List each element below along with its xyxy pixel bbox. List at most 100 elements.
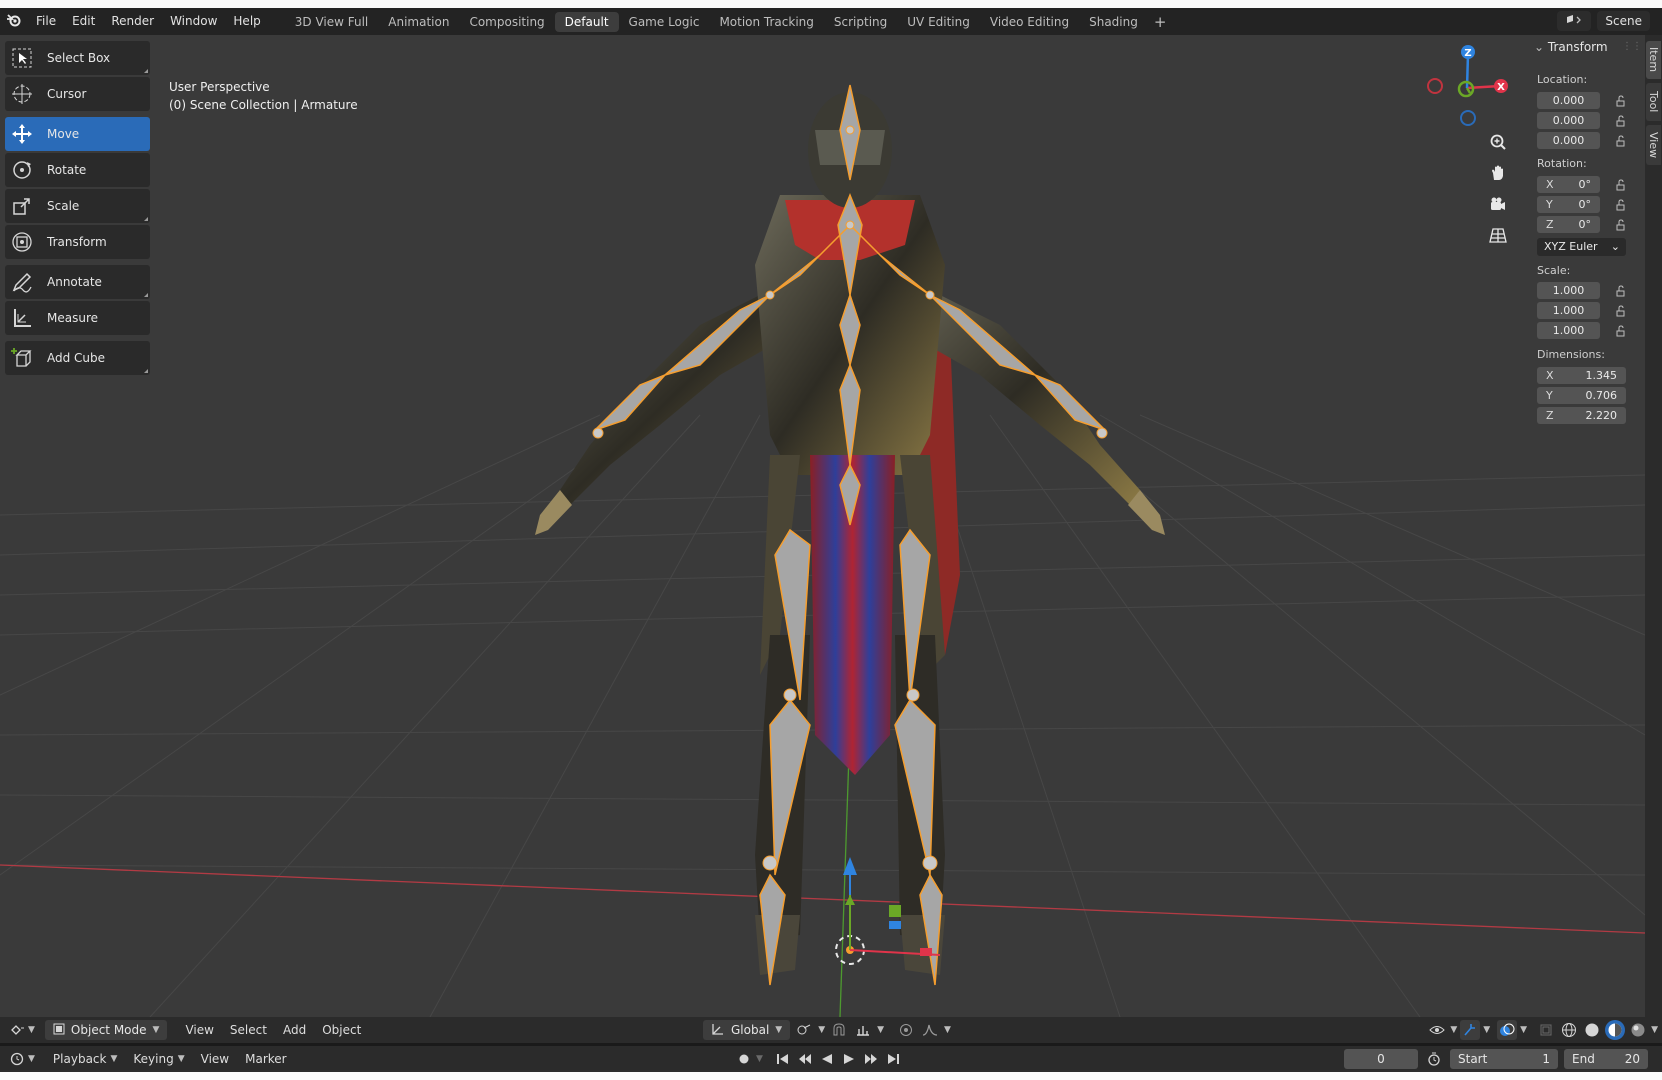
xray-icon[interactable] — [1536, 1020, 1556, 1040]
neg-x-axis-handle[interactable] — [1427, 78, 1443, 94]
keying-menu[interactable]: Keying ▼ — [125, 1052, 192, 1066]
scale-x-field[interactable]: 1.000 — [1537, 282, 1600, 299]
tool-transform[interactable]: Transform — [5, 225, 150, 259]
tab-video-editing[interactable]: Video Editing — [980, 12, 1079, 32]
start-frame-field[interactable]: Start 1 — [1450, 1049, 1558, 1069]
rotation-x-field[interactable]: X 0° — [1537, 176, 1600, 193]
scene-type-button[interactable] — [1557, 11, 1592, 31]
rendered-shading-icon[interactable] — [1628, 1020, 1648, 1040]
snap-icon[interactable] — [829, 1020, 849, 1040]
location-z-field[interactable]: 0.000 — [1537, 132, 1600, 149]
lock-icon[interactable] — [1616, 115, 1628, 127]
object-menu[interactable]: Object — [314, 1023, 369, 1037]
add-workspace-icon[interactable]: + — [1148, 13, 1173, 31]
menu-help[interactable]: Help — [225, 8, 268, 35]
3d-viewport[interactable]: User Perspective (0) Scene Collection | … — [0, 35, 1645, 1017]
tab-game-logic[interactable]: Game Logic — [619, 12, 710, 32]
select-menu[interactable]: Select — [222, 1023, 275, 1037]
drag-handle-icon[interactable]: ⋮⋮ — [1622, 41, 1642, 52]
transform-header[interactable]: ⌄ Transform — [1534, 40, 1608, 54]
dimensions-y-field[interactable]: Y 0.706 — [1537, 387, 1626, 404]
scene-name[interactable]: Scene — [1597, 11, 1650, 31]
tab-uv-editing[interactable]: UV Editing — [897, 12, 980, 32]
camera-icon[interactable] — [1484, 190, 1512, 218]
zoom-icon[interactable] — [1484, 128, 1512, 156]
visibility-icon[interactable] — [1427, 1020, 1447, 1040]
rotation-mode-select[interactable]: XYZ Euler ⌄ — [1537, 238, 1626, 256]
tab-compositing[interactable]: Compositing — [459, 12, 554, 32]
marker-menu[interactable]: Marker — [237, 1052, 294, 1066]
tool-cursor[interactable]: Cursor — [5, 77, 150, 111]
menu-window[interactable]: Window — [162, 8, 225, 35]
tab-item[interactable]: Item — [1646, 41, 1661, 79]
lock-icon[interactable] — [1616, 199, 1628, 211]
wireframe-shading-icon[interactable] — [1559, 1020, 1579, 1040]
playback-menu[interactable]: Playback ▼ — [45, 1052, 125, 1066]
jump-keyframe-back-icon[interactable] — [795, 1049, 815, 1069]
lock-icon[interactable] — [1616, 285, 1628, 297]
lock-icon[interactable] — [1616, 325, 1628, 337]
lock-icon[interactable] — [1616, 179, 1628, 191]
blender-logo-icon[interactable] — [0, 13, 28, 31]
orientation-select[interactable]: Global ▼ — [703, 1020, 791, 1040]
dimensions-x-field[interactable]: X 1.345 — [1537, 367, 1626, 384]
mode-select[interactable]: Object Mode ▼ — [44, 1020, 168, 1040]
tab-default[interactable]: Default — [554, 11, 619, 32]
view-menu[interactable]: View — [177, 1023, 221, 1037]
current-frame-field[interactable]: 0 — [1344, 1049, 1418, 1069]
perspective-grid-icon[interactable] — [1484, 221, 1512, 249]
material-shading-icon[interactable] — [1605, 1020, 1626, 1040]
tool-add-cube[interactable]: Add Cube — [5, 341, 150, 375]
viewport-scene — [0, 84, 1645, 1017]
lock-icon[interactable] — [1616, 305, 1628, 317]
view-menu[interactable]: View — [193, 1052, 237, 1066]
tool-move[interactable]: Move — [5, 117, 150, 151]
proportional-edit-icon[interactable] — [896, 1020, 916, 1040]
pivot-point-icon[interactable] — [794, 1020, 814, 1040]
falloff-icon[interactable] — [920, 1020, 940, 1040]
solid-shading-icon[interactable] — [1582, 1020, 1602, 1040]
stopwatch-icon[interactable] — [1424, 1049, 1444, 1069]
menu-file[interactable]: File — [28, 8, 64, 35]
lock-icon[interactable] — [1616, 95, 1628, 107]
rotation-y-field[interactable]: Y 0° — [1537, 196, 1600, 213]
dimensions-z-field[interactable]: Z 2.220 — [1537, 407, 1626, 424]
play-reverse-icon[interactable] — [817, 1049, 837, 1069]
tab-tool[interactable]: Tool — [1646, 83, 1661, 121]
jump-end-icon[interactable] — [883, 1049, 903, 1069]
editor-type-icon[interactable] — [8, 1020, 28, 1040]
tab-shading[interactable]: Shading — [1079, 12, 1148, 32]
timeline-editor-icon[interactable] — [8, 1049, 28, 1069]
tool-annotate[interactable]: Annotate — [5, 265, 150, 299]
jump-start-icon[interactable] — [773, 1049, 793, 1069]
lock-icon[interactable] — [1616, 135, 1628, 147]
tab-3d-view-full[interactable]: 3D View Full — [285, 12, 379, 32]
scale-z-field[interactable]: 1.000 — [1537, 322, 1600, 339]
tab-scripting[interactable]: Scripting — [824, 12, 897, 32]
location-y-field[interactable]: 0.000 — [1537, 112, 1600, 129]
add-menu[interactable]: Add — [275, 1023, 314, 1037]
end-frame-field[interactable]: End 20 — [1564, 1049, 1648, 1069]
menu-render[interactable]: Render — [103, 8, 162, 35]
snap-increment-icon[interactable] — [853, 1020, 873, 1040]
scale-y-field[interactable]: 1.000 — [1537, 302, 1600, 319]
pan-hand-icon[interactable] — [1484, 159, 1512, 187]
play-icon[interactable] — [839, 1049, 859, 1069]
tool-measure[interactable]: Measure — [5, 301, 150, 335]
navigation-gizmo[interactable]: Z X — [1420, 40, 1520, 140]
overlays-icon[interactable] — [1497, 1020, 1518, 1040]
tab-motion-tracking[interactable]: Motion Tracking — [709, 12, 823, 32]
tab-animation[interactable]: Animation — [378, 12, 459, 32]
lock-icon[interactable] — [1616, 219, 1628, 231]
tab-view[interactable]: View — [1646, 125, 1661, 165]
tool-select-box[interactable]: Select Box — [5, 41, 150, 75]
location-x-field[interactable]: 0.000 — [1537, 92, 1600, 109]
neg-z-axis-handle[interactable] — [1460, 110, 1476, 126]
rotation-z-field[interactable]: Z 0° — [1537, 216, 1600, 233]
menu-edit[interactable]: Edit — [64, 8, 103, 35]
jump-keyframe-forward-icon[interactable] — [861, 1049, 881, 1069]
tool-scale[interactable]: Scale — [5, 189, 150, 223]
tool-rotate[interactable]: Rotate — [5, 153, 150, 187]
record-icon[interactable] — [734, 1049, 754, 1069]
gizmo-toggle-icon[interactable] — [1460, 1020, 1481, 1040]
